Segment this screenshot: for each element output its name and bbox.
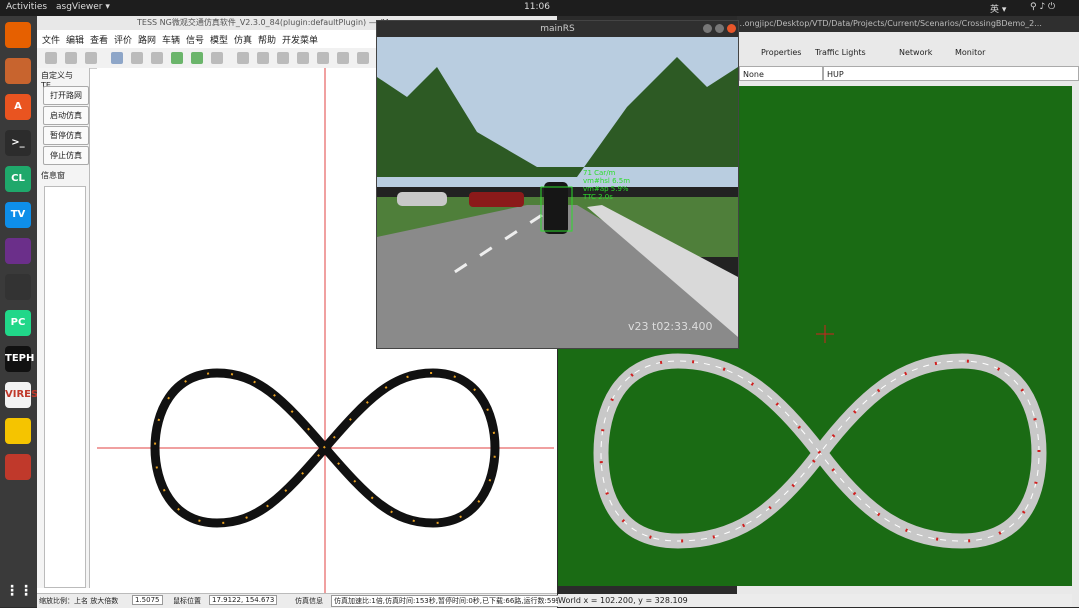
menu-item[interactable]: 模型	[210, 33, 228, 46]
top-bar: Activities asgViewer ▾ 11:06 英 ▾ ⚲ ♪ ⏻	[0, 0, 1079, 16]
tab-monitor[interactable]: Monitor	[955, 48, 985, 57]
motorcycle	[544, 182, 568, 234]
system-tray-icons[interactable]: ⚲ ♪ ⏻	[1030, 2, 1055, 12]
menu-item[interactable]: 路网	[138, 33, 156, 46]
tab-traffic-lights[interactable]: Traffic Lights	[815, 48, 866, 57]
minimize-button[interactable]	[703, 24, 712, 33]
edit-link-icon[interactable]	[297, 52, 309, 64]
overlay-2: vm#hsl 6.5m	[583, 177, 630, 185]
dock-road-icon[interactable]	[5, 418, 31, 444]
world-coords: World x = 102.200, y = 328.109	[558, 594, 1072, 607]
dock-monitor-icon[interactable]	[5, 274, 31, 300]
vtd-vehicle-markers	[599, 359, 1041, 543]
dock-pycharm-icon[interactable]: PC	[5, 310, 31, 336]
pointer-icon[interactable]	[237, 52, 249, 64]
input-method[interactable]: 英 ▾	[990, 2, 1006, 15]
menu-item[interactable]: 开发菜单	[282, 33, 318, 46]
object-select[interactable]: None	[739, 66, 823, 81]
app-menu[interactable]: asgViewer ▾	[56, 2, 110, 12]
save-icon[interactable]	[85, 52, 97, 64]
overlay-1: 71 Car/m	[583, 169, 616, 177]
menu-item[interactable]: 仿真	[234, 33, 252, 46]
dock-firefox-icon[interactable]	[5, 22, 31, 48]
dock-clion-icon[interactable]: CL	[5, 166, 31, 192]
signal-icon[interactable]	[317, 52, 329, 64]
tab-properties[interactable]: Properties	[761, 48, 801, 57]
hup-select[interactable]: HUP	[823, 66, 1079, 81]
dock-vires-icon[interactable]: VIRES	[5, 382, 38, 408]
route-icon[interactable]	[357, 52, 369, 64]
red-car	[469, 192, 524, 207]
dock-video-icon[interactable]	[5, 238, 31, 264]
dock: ⋮⋮⋮ A >_ CL TV PC TEPH VIRES	[0, 16, 47, 607]
select-icon[interactable]	[131, 52, 143, 64]
tess-statusbar: 缩放比例：上名 放大倍数 1.5075 鼠标位置 17.9122, 154.67…	[37, 593, 566, 608]
menu-item[interactable]: 帮助	[258, 33, 276, 46]
clock[interactable]: 11:06	[524, 2, 550, 12]
menu-item[interactable]: 文件	[42, 33, 60, 46]
menu-item[interactable]: 编辑	[66, 33, 84, 46]
white-car	[397, 192, 447, 206]
sim-info-value: 仿真加速比:1倍,仿真时间:153秒,暂停时间:0秒,已下载:66路,运行数:5…	[331, 595, 566, 607]
dock-teph-icon[interactable]: TEPH	[5, 346, 34, 372]
info-window-label: 信息窗	[41, 171, 65, 180]
mouse-pos-label: 鼠标位置	[173, 597, 201, 605]
overlay-3: vm#ap 5.9%	[583, 185, 629, 193]
overlay-4: TTC 2.0s	[582, 193, 613, 201]
dock-terminal-icon[interactable]: >_	[5, 130, 31, 156]
show-apps-icon[interactable]: ⋮⋮⋮	[5, 578, 47, 604]
mainrs-title: mainRS	[377, 21, 738, 37]
mainrs-window: mainRS 71 Car/m vm#hsl 6.5m vm#ap 5.9% T…	[376, 20, 739, 349]
dock-teamviewer-icon[interactable]: TV	[5, 202, 31, 228]
driving-scene: 71 Car/m vm#hsl 6.5m vm#ap 5.9% TTC 2.0s	[377, 37, 738, 348]
dock-files-icon[interactable]	[5, 58, 31, 84]
hand-pan-icon[interactable]	[111, 52, 123, 64]
info-window[interactable]	[44, 186, 86, 588]
zoom-label: 缩放比例：上名 放大倍数	[39, 597, 119, 605]
open-network-button[interactable]: 打开路网	[43, 86, 89, 105]
zoom-in-icon[interactable]	[171, 52, 183, 64]
vtd-tabs: Properties Traffic Lights Network Monito…	[737, 42, 1079, 62]
draw-connector-icon[interactable]	[277, 52, 289, 64]
sim-timestamp: v23 t02:33.400	[628, 320, 713, 333]
activities-button[interactable]: Activities	[6, 2, 47, 12]
new-file-icon[interactable]	[45, 52, 57, 64]
menu-item[interactable]: 车辆	[162, 33, 180, 46]
zoom-out-icon[interactable]	[191, 52, 203, 64]
zoom-fit-icon[interactable]	[211, 52, 223, 64]
menu-item[interactable]: 评价	[114, 33, 132, 46]
mouse-pos-value: 17.9122, 154.673	[209, 595, 278, 605]
grid-icon[interactable]	[151, 52, 163, 64]
vtd-title: ...ongjipc/Desktop/VTD/Data/Projects/Cur…	[737, 16, 1079, 32]
pause-sim-button[interactable]: 暂停仿真	[43, 126, 89, 145]
tab-network[interactable]: Network	[899, 48, 932, 57]
menu-item[interactable]: 信号	[186, 33, 204, 46]
close-button[interactable]	[727, 24, 736, 33]
detector-icon[interactable]	[337, 52, 349, 64]
dock-app-icon[interactable]	[5, 454, 31, 480]
stop-sim-button[interactable]: 停止仿真	[43, 146, 89, 165]
menu-item[interactable]: 查看	[90, 33, 108, 46]
open-file-icon[interactable]	[65, 52, 77, 64]
zoom-value: 1.5075	[132, 595, 163, 605]
draw-link-icon[interactable]	[257, 52, 269, 64]
start-sim-button[interactable]: 启动仿真	[43, 106, 89, 125]
dock-software-icon[interactable]: A	[5, 94, 31, 120]
sim-info-label: 仿真信息	[295, 597, 323, 605]
custom-panel: 自定义与TE... 打开路网 启动仿真 暂停仿真 停止仿真 信息窗	[37, 68, 90, 588]
maximize-button[interactable]	[715, 24, 724, 33]
